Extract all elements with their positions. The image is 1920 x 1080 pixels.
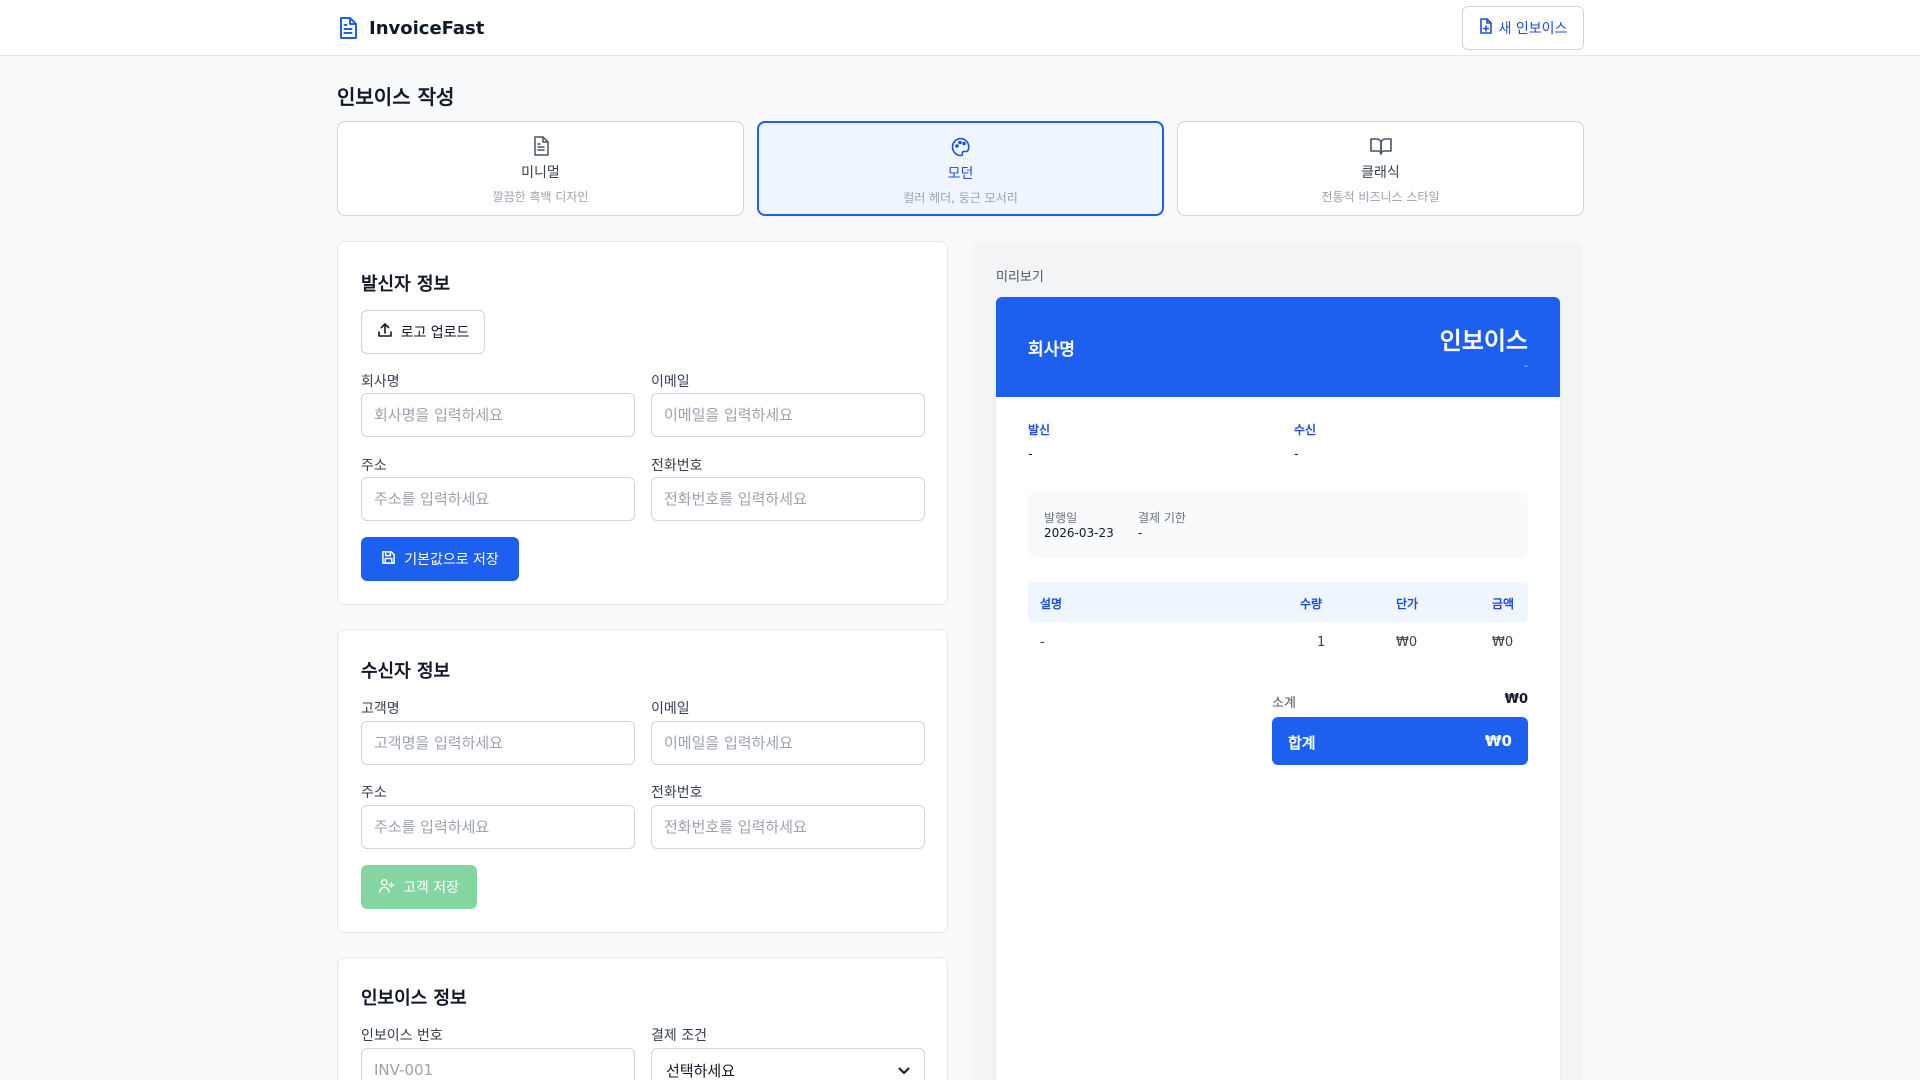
save-client-button[interactable]: 고객 저장 — [361, 865, 477, 909]
issue-date-label: 발행일 — [1044, 511, 1078, 525]
palette-icon — [950, 136, 972, 158]
template-desc: 깔끔한 흑백 디자인 — [492, 190, 589, 204]
from-label: 발신 — [1028, 423, 1051, 437]
email-input[interactable] — [651, 393, 925, 437]
invoice-info-panel: 인보이스 정보 인보이스 번호 결제 조건 선택하세요 — [337, 957, 948, 1080]
save-client-label: 고객 저장 — [403, 880, 459, 896]
total-label: 합계 — [1288, 734, 1316, 752]
payment-terms-select[interactable]: 선택하세요 — [651, 1048, 925, 1080]
invoice-title: 인보이스 — [1439, 327, 1528, 355]
sender-panel: 발신자 정보 로고 업로드 회사명 이메일 주소 전화번호 기본값으로 저장 — [337, 241, 948, 605]
col-description: 설명 — [1040, 597, 1063, 611]
invoice-number-input[interactable] — [361, 1048, 635, 1080]
template-name: 모던 — [947, 166, 974, 182]
preview-panel: 미리보기 회사명 인보이스 - 발신 - 수신 - 발행일 2026-03-23… — [972, 241, 1583, 1080]
save-icon — [381, 550, 396, 569]
col-unit-price: 단가 — [1396, 597, 1419, 611]
company-input[interactable] — [361, 393, 635, 437]
payment-terms-label: 결제 조건 — [651, 1028, 707, 1044]
client-phone-input[interactable] — [651, 805, 925, 849]
preview-label: 미리보기 — [996, 270, 1044, 285]
payment-terms-value: 선택하세요 — [666, 1061, 736, 1080]
sender-title: 발신자 정보 — [361, 274, 451, 295]
new-invoice-button[interactable]: 새 인보이스 — [1462, 6, 1584, 50]
address-input[interactable] — [361, 477, 635, 521]
book-open-icon — [1369, 135, 1392, 157]
template-name: 클래식 — [1361, 165, 1400, 181]
page-title: 인보이스 작성 — [337, 85, 455, 109]
due-date-label: 결제 기한 — [1138, 511, 1186, 525]
user-plus-icon — [379, 878, 395, 897]
template-card-minimal[interactable]: 미니멀 깔끔한 흑백 디자인 — [337, 121, 744, 216]
invoice-info-title: 인보이스 정보 — [361, 988, 467, 1009]
email-label: 이메일 — [651, 374, 690, 390]
upload-label: 로고 업로드 — [400, 325, 470, 341]
chevron-down-icon — [898, 1061, 910, 1079]
col-amount: 금액 — [1492, 597, 1515, 611]
save-default-button[interactable]: 기본값으로 저장 — [361, 537, 519, 581]
template-card-classic[interactable]: 클래식 전통적 비즈니스 스타일 — [1177, 121, 1584, 216]
invoice-dates: 발행일 2026-03-23 결제 기한 - — [1028, 492, 1528, 558]
from-value: - — [1028, 447, 1033, 462]
invoice-company: 회사명 — [1028, 340, 1075, 360]
client-name-label: 고객명 — [361, 701, 400, 717]
recipient-title: 수신자 정보 — [361, 661, 451, 682]
item-description: - — [1040, 635, 1045, 650]
brand[interactable]: InvoiceFast — [337, 14, 484, 42]
items-table-header: 설명 수량 단가 금액 — [1028, 582, 1528, 622]
invoice-number: - — [1524, 359, 1528, 372]
issue-date-value: 2026-03-23 — [1044, 526, 1114, 540]
top-navbar: InvoiceFast 새 인보이스 — [0, 0, 1920, 56]
app-name: InvoiceFast — [369, 17, 485, 39]
to-value: - — [1294, 447, 1299, 462]
client-address-label: 주소 — [361, 785, 387, 801]
item-unit-price: ₩0 — [1396, 635, 1418, 650]
client-address-input[interactable] — [361, 805, 635, 849]
client-phone-label: 전화번호 — [651, 785, 703, 801]
total-box: 합계 ₩0 — [1272, 717, 1528, 765]
subtotal-label: 소계 — [1272, 696, 1296, 711]
client-email-input[interactable] — [651, 721, 925, 765]
col-quantity: 수량 — [1300, 597, 1323, 611]
template-name: 미니멀 — [521, 165, 560, 181]
to-label: 수신 — [1294, 423, 1317, 437]
new-invoice-label: 새 인보이스 — [1498, 21, 1568, 37]
phone-input[interactable] — [651, 477, 925, 521]
invoice-preview: 회사명 인보이스 - 발신 - 수신 - 발행일 2026-03-23 결제 기… — [996, 297, 1560, 1080]
due-date-value: - — [1138, 526, 1143, 540]
total-value: ₩0 — [1485, 732, 1512, 750]
save-default-label: 기본값으로 저장 — [404, 552, 499, 568]
company-label: 회사명 — [361, 374, 400, 390]
client-email-label: 이메일 — [651, 701, 690, 717]
upload-icon — [377, 322, 393, 342]
phone-label: 전화번호 — [651, 458, 703, 474]
file-plus-icon — [1479, 18, 1493, 38]
logo-upload-button[interactable]: 로고 업로드 — [361, 310, 485, 354]
invoice-number-label: 인보이스 번호 — [361, 1028, 443, 1044]
recipient-panel: 수신자 정보 고객명 이메일 주소 전화번호 고객 저장 — [337, 629, 948, 933]
address-label: 주소 — [361, 458, 387, 474]
template-desc: 컬러 헤더, 둥근 모서리 — [903, 191, 1018, 205]
item-quantity: 1 — [1317, 635, 1326, 650]
item-amount: ₩0 — [1492, 635, 1514, 650]
document-icon — [530, 135, 552, 157]
subtotal-value: ₩0 — [1504, 692, 1528, 707]
invoice-header: 회사명 인보이스 - — [996, 297, 1560, 397]
document-icon — [337, 16, 359, 40]
template-card-modern[interactable]: 모던 컬러 헤더, 둥근 모서리 — [757, 121, 1164, 216]
client-name-input[interactable] — [361, 721, 635, 765]
template-desc: 전통적 비즈니스 스타일 — [1321, 190, 1440, 204]
